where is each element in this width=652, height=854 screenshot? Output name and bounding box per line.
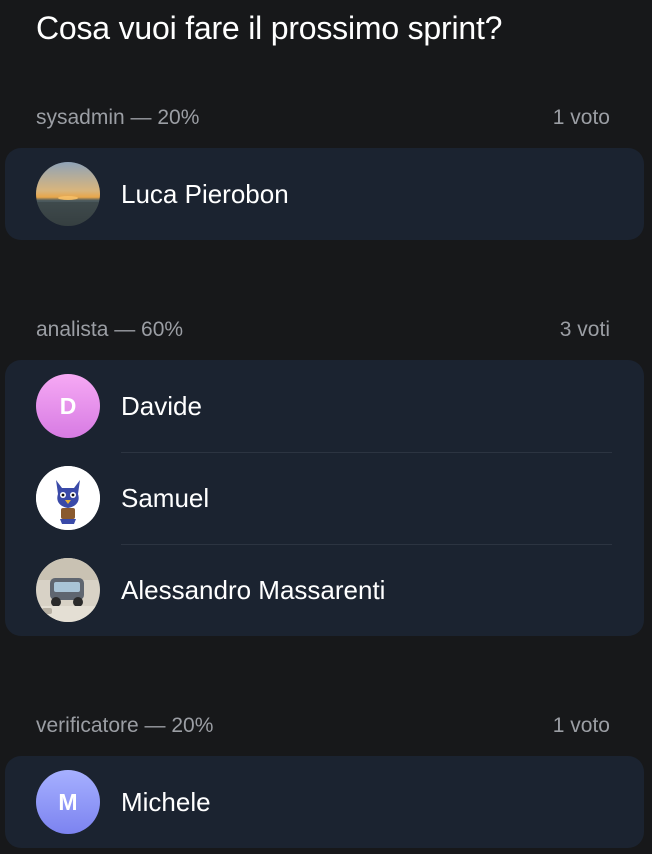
voter-row[interactable]: Alessandro Massarenti [5,544,644,636]
poll-question: Cosa vuoi fare il prossimo sprint? [36,10,503,46]
voter-name: Michele [121,786,211,817]
avatar [36,558,100,622]
voter-name: Luca Pierobon [121,178,289,209]
avatar: D [36,374,100,438]
voter-row[interactable]: Samuel [5,452,644,544]
avatar-initial: M [58,788,78,815]
avatar-initial: D [59,392,77,419]
sunset-photo-icon [36,162,100,226]
vote-count: 1 voto [552,106,610,129]
voters-list-verificatore: M Michele [5,756,644,848]
car-photo-icon [36,558,100,622]
voter-row[interactable]: M Michele [5,756,644,848]
option-label: sysadmin — 20% [36,106,200,129]
vote-count: 1 voto [552,714,610,737]
voter-row[interactable]: Luca Pierobon [5,148,644,240]
blue-bird-icon [36,466,100,530]
option-header-verificatore: verificatore — 20% 1 voto [36,712,610,740]
voter-name: Alessandro Massarenti [121,574,386,605]
option-label: verificatore — 20% [36,714,214,737]
avatar [36,466,100,530]
avatar: M [36,770,100,834]
option-header-sysadmin: sysadmin — 20% 1 voto [36,104,610,132]
voters-list-sysadmin: Luca Pierobon [5,148,644,240]
vote-count: 3 voti [559,318,610,341]
voter-name: Davide [121,390,202,421]
option-label: analista — 60% [36,318,184,341]
voter-row[interactable]: D Davide [5,360,644,452]
voters-list-analista: D Davide Samuel Alessandro Massarenti [5,360,644,636]
avatar [36,162,100,226]
option-header-analista: analista — 60% 3 voti [36,316,610,344]
voter-name: Samuel [121,482,210,513]
